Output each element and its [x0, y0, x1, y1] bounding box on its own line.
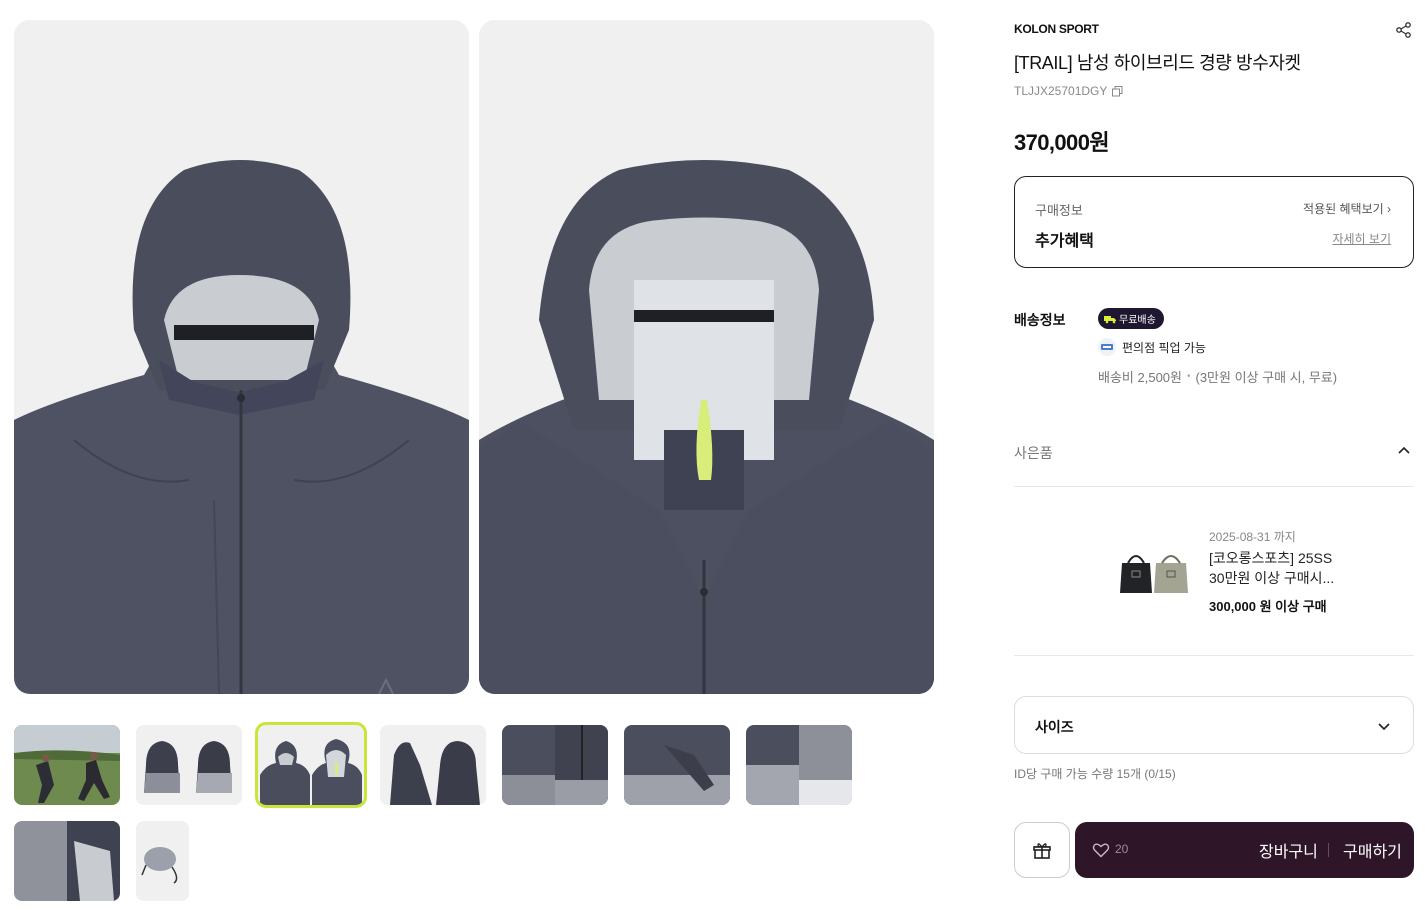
- purchase-bar: 20 장바구니 구매하기: [1075, 822, 1414, 878]
- convenience-store-icon: [1098, 338, 1116, 356]
- button-separator: [1328, 843, 1329, 857]
- product-price: 370,000원: [1014, 130, 1110, 155]
- chevron-down-icon: [1378, 723, 1390, 731]
- shipping-label: 배송정보: [1014, 312, 1066, 328]
- gift-box-icon: [1033, 843, 1051, 859]
- add-to-cart-button[interactable]: 장바구니: [1259, 838, 1318, 862]
- thumbnail-side[interactable]: [380, 725, 486, 805]
- gift-name[interactable]: [코오롱스포츠] 25SS 30만원 이상 구매시...: [1209, 548, 1349, 588]
- purchase-limit-text: ID당 구매 가능 수량 15개 (0/15): [1014, 767, 1176, 781]
- size-label: 사이즈: [1035, 719, 1074, 735]
- thumbnail-pouch[interactable]: [136, 821, 189, 901]
- thumbnail-hem[interactable]: [746, 725, 852, 805]
- extra-benefit-title: 추가혜택: [1035, 233, 1094, 250]
- divider: [1014, 655, 1414, 656]
- divider: [1014, 486, 1414, 487]
- free-condition-text: (3만원 이상 구매 시, 무료): [1195, 370, 1338, 385]
- buy-now-button[interactable]: 구매하기: [1343, 838, 1402, 862]
- free-shipping-text: 무료배송: [1119, 315, 1156, 326]
- sku-text: TLJJX25701DGY: [1014, 84, 1108, 98]
- thumbnail-cuff[interactable]: [624, 725, 730, 805]
- product-image-open[interactable]: [479, 20, 934, 694]
- chevron-up-icon[interactable]: [1397, 444, 1411, 458]
- purchase-info-label: 구매정보: [1035, 203, 1083, 218]
- gift-condition: 300,000 원 이상 구매: [1209, 599, 1327, 614]
- thumbnail-pocket[interactable]: [502, 725, 608, 805]
- size-dropdown[interactable]: 사이즈: [1014, 696, 1414, 754]
- copy-icon[interactable]: [1112, 85, 1123, 97]
- share-icon[interactable]: [1395, 21, 1413, 39]
- thumbnail-hood-detail-selected[interactable]: [255, 722, 367, 808]
- brand-name[interactable]: KOLON SPORT: [1014, 22, 1099, 36]
- product-title: [TRAIL] 남성 하이브리드 경량 방수자켓: [1014, 53, 1301, 73]
- separator-dot: •: [1186, 371, 1191, 382]
- thumbnail-colors[interactable]: [136, 725, 242, 805]
- product-image-front[interactable]: [14, 20, 469, 694]
- gift-section-header[interactable]: 사은품: [1014, 443, 1053, 463]
- truck-icon: [1104, 315, 1116, 323]
- view-details-link[interactable]: 자세히 보기: [1332, 230, 1391, 247]
- applied-benefits-link[interactable]: 적용된 혜택보기 ›: [1303, 200, 1391, 217]
- thumbnail-lining[interactable]: [14, 821, 120, 901]
- pickup-text: 편의점 픽업 가능: [1122, 340, 1206, 355]
- product-sku: TLJJX25701DGY: [1014, 84, 1123, 98]
- purchase-info-box: 구매정보 적용된 혜택보기 › 추가혜택 자세히 보기: [1014, 176, 1414, 268]
- gift-bag-image[interactable]: [1118, 545, 1190, 595]
- store-pickup: 편의점 픽업 가능: [1098, 338, 1206, 356]
- thumbnail-lifestyle[interactable]: [14, 725, 120, 805]
- heart-icon[interactable]: [1092, 841, 1110, 859]
- gift-button[interactable]: [1014, 822, 1070, 878]
- gift-end-date: 2025-08-31 까지: [1209, 530, 1296, 544]
- shipping-fee-text: 배송비 2,500원: [1098, 370, 1182, 385]
- free-shipping-badge: 무료배송: [1098, 308, 1164, 329]
- shipping-fee: 배송비 2,500원 • (3만원 이상 구매 시, 무료): [1098, 367, 1337, 386]
- like-count: 20: [1115, 842, 1129, 856]
